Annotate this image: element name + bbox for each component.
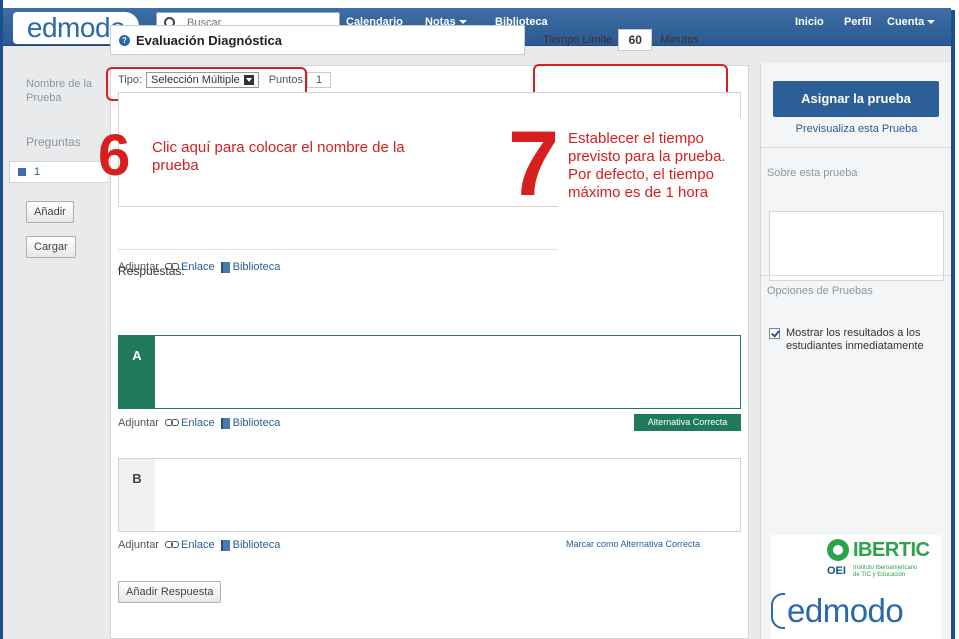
attach-link[interactable]: Enlace [164, 417, 215, 429]
step-7-number: 7 [508, 113, 560, 215]
answer-a-field[interactable]: A [118, 335, 741, 409]
time-unit-label: Minutos [660, 34, 699, 46]
chevron-down-icon [458, 20, 467, 25]
answer-b-letter: B [119, 459, 155, 531]
points-label: Puntos [268, 74, 303, 86]
answer-a-attach-row: Adjuntar Enlace Biblioteca [118, 417, 280, 429]
edmodo-watermark-logo: edmodo [771, 585, 941, 639]
callout-step-7: Establecer el tiempo previsto para la pr… [558, 118, 748, 251]
show-results-option[interactable]: Mostrar los resultados a los estudiantes… [769, 327, 949, 353]
attach-link[interactable]: Enlace [164, 539, 215, 551]
attach-library[interactable]: Biblioteca [220, 417, 281, 429]
time-limit-input[interactable]: 60 [618, 29, 653, 51]
mark-correct-link[interactable]: Marcar como Alternativa Correcta [566, 539, 700, 549]
nav-perfil[interactable]: Perfil [844, 16, 872, 28]
dropdown-arrow-icon [243, 75, 254, 85]
question-tab-1[interactable]: 1 [9, 161, 108, 183]
attach-library[interactable]: Biblioteca [220, 539, 281, 551]
assign-test-button[interactable]: Asignar la prueba [773, 81, 939, 117]
frame-top [0, 0, 959, 8]
ibertic-wordmark: IBERTIC [853, 539, 930, 561]
library-label: Biblioteca [232, 539, 281, 551]
callout-step-7-text: Establecer el tiempo previsto para la pr… [568, 130, 726, 201]
library-label: Biblioteca [232, 261, 281, 273]
show-results-label: Mostrar los resultados a los estudiantes… [786, 327, 924, 352]
left-column: Nombre de la Prueba Preguntas 1 Añadir C… [9, 63, 109, 639]
question-type-select[interactable]: Selección Múltiple [146, 72, 259, 88]
link-icon [164, 540, 179, 548]
about-test-textarea[interactable] [769, 211, 944, 281]
nav-cuenta-label: Cuenta [887, 16, 925, 28]
ibertic-subtitle: Instituto Iberoamericano de TIC y Educac… [853, 565, 918, 578]
link-label: Enlace [180, 539, 215, 551]
points-input[interactable]: 1 [306, 72, 332, 88]
library-label: Biblioteca [232, 417, 281, 429]
questions-label: Preguntas [26, 135, 81, 149]
time-limit-group: Tiempo Límite 60 Minutos [535, 25, 725, 55]
callout-step-6-text: Clic aquí para colocar el nombre de la p… [152, 139, 405, 174]
divider [761, 275, 952, 276]
link-icon [164, 418, 179, 426]
callout-step-6: Clic aquí para colocar el nombre de la p… [144, 129, 428, 185]
about-test-label: Sobre esta prueba [767, 167, 858, 179]
answer-b-attach-row: Adjuntar Enlace Biblioteca [118, 539, 280, 551]
library-icon [220, 261, 230, 273]
question-icon: ? [119, 34, 130, 46]
link-label: Enlace [180, 261, 215, 273]
oei-wordmark: OEI [827, 565, 846, 577]
step-6-number: 6 [98, 123, 131, 188]
correct-answer-badge[interactable]: Alternativa Correcta [634, 414, 741, 431]
show-results-checkbox[interactable] [769, 328, 780, 339]
type-label: Tipo: [118, 74, 143, 86]
question-tab-label: 1 [34, 166, 41, 178]
nav-inicio[interactable]: Inicio [795, 16, 824, 28]
question-type-value: Selección Múltiple [151, 74, 240, 86]
test-title-value: Evaluación Diagnóstica [136, 32, 282, 48]
test-name-label: Nombre de la Prueba [26, 78, 93, 104]
frame-right-border [951, 10, 955, 639]
ibertic-logo: IBERTIC OEI Instituto Iberoamericano de … [771, 535, 941, 585]
library-icon [220, 417, 230, 429]
test-options-label: Opciones de Pruebas [767, 285, 873, 297]
library-icon [220, 539, 230, 551]
bracket-icon [771, 593, 785, 629]
right-column: Asignar la prueba Previsualiza esta Prue… [760, 63, 952, 639]
question-square-icon [18, 168, 26, 176]
chevron-down-icon [927, 20, 936, 25]
screenshot-frame: edmodo Calendario Notas Biblioteca Inici… [0, 0, 959, 639]
preview-test-link[interactable]: Previsualiza esta Prueba [761, 123, 952, 135]
ibertic-emblem-icon [827, 539, 849, 561]
link-label: Enlace [180, 417, 215, 429]
edmodo-wordmark: edmodo [787, 592, 904, 629]
answer-b-field[interactable]: B [118, 458, 741, 532]
add-question-button[interactable]: Añadir [26, 201, 74, 223]
time-limit-label: Tiempo Límite [543, 34, 613, 46]
attach-label: Adjuntar [118, 417, 159, 429]
question-type-row: Tipo: Selección Múltiple Puntos 1 [118, 72, 332, 88]
nav-cuenta[interactable]: Cuenta [887, 16, 936, 28]
load-question-button[interactable]: Cargar [26, 236, 76, 258]
responses-heading: Respuestas: [118, 264, 185, 278]
test-title-input[interactable]: ? Evaluación Diagnóstica [110, 25, 525, 55]
add-answer-button[interactable]: Añadir Respuesta [118, 581, 222, 603]
attach-label: Adjuntar [118, 539, 159, 551]
attach-library[interactable]: Biblioteca [220, 261, 281, 273]
divider [761, 147, 952, 148]
answer-a-letter: A [119, 336, 155, 408]
